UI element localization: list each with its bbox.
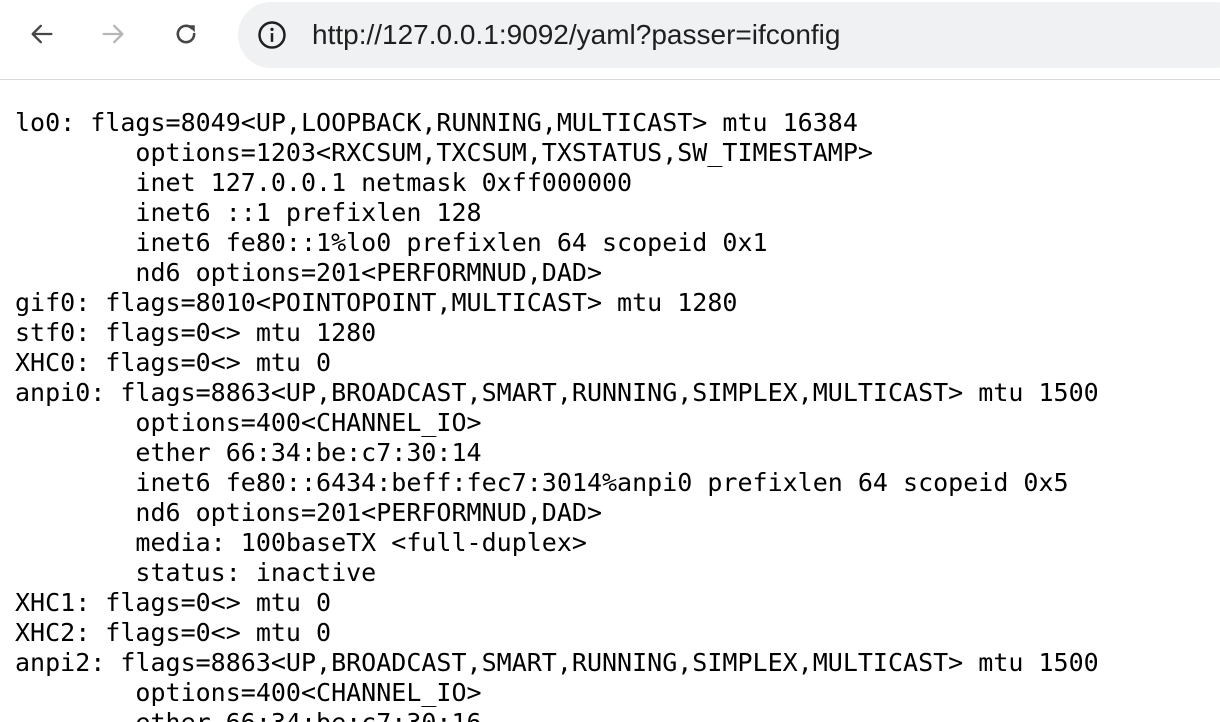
arrow-right-icon xyxy=(102,24,124,44)
info-icon xyxy=(258,21,286,49)
output-line: anpi2: flags=8863<UP,BROADCAST,SMART,RUN… xyxy=(15,648,1099,677)
back-button[interactable] xyxy=(22,14,62,54)
output-line: nd6 options=201<PERFORMNUD,DAD> xyxy=(15,258,602,287)
output-line: anpi0: flags=8863<UP,BROADCAST,SMART,RUN… xyxy=(15,378,1099,407)
reload-icon xyxy=(176,24,196,44)
ifconfig-output: lo0: flags=8049<UP,LOOPBACK,RUNNING,MULT… xyxy=(15,108,1099,722)
output-line: options=400<CHANNEL_IO> xyxy=(15,678,482,707)
output-line: options=400<CHANNEL_IO> xyxy=(15,408,482,437)
output-line: nd6 options=201<PERFORMNUD,DAD> xyxy=(15,498,602,527)
page-content: lo0: flags=8049<UP,LOOPBACK,RUNNING,MULT… xyxy=(0,81,1220,722)
output-line: XHC2: flags=0<> mtu 0 xyxy=(15,618,332,647)
output-line: ether 66:34:be:c7:30:14 xyxy=(15,438,482,467)
browser-toolbar: http://127.0.0.1:9092/yaml?passer=ifconf… xyxy=(0,0,1220,80)
output-line: options=1203<RXCSUM,TXCSUM,TXSTATUS,SW_T… xyxy=(15,138,873,167)
output-line: inet 127.0.0.1 netmask 0xff000000 xyxy=(15,168,633,197)
output-line: lo0: flags=8049<UP,LOOPBACK,RUNNING,MULT… xyxy=(15,108,858,137)
output-line: stf0: flags=0<> mtu 1280 xyxy=(15,318,377,347)
output-line: inet6 fe80::6434:beff:fec7:3014%anpi0 pr… xyxy=(15,468,1069,497)
reload-button[interactable] xyxy=(166,14,206,54)
output-line: status: inactive xyxy=(15,558,377,587)
url-text[interactable]: http://127.0.0.1:9092/yaml?passer=ifconf… xyxy=(312,18,840,52)
output-line: ether 66:34:be:c7:30:16 xyxy=(15,708,1099,722)
output-line: inet6 ::1 prefixlen 128 xyxy=(15,198,482,227)
output-line: inet6 fe80::1%lo0 prefixlen 64 scopeid 0… xyxy=(15,228,768,257)
site-info-button[interactable] xyxy=(254,17,290,53)
forward-button[interactable] xyxy=(93,14,133,54)
output-line: gif0: flags=8010<POINTOPOINT,MULTICAST> … xyxy=(15,288,738,317)
output-line: XHC0: flags=0<> mtu 0 xyxy=(15,348,332,377)
output-line: media: 100baseTX <full-duplex> xyxy=(15,528,587,557)
output-line: XHC1: flags=0<> mtu 0 xyxy=(15,588,332,617)
arrow-left-icon xyxy=(31,24,53,44)
address-bar[interactable]: http://127.0.0.1:9092/yaml?passer=ifconf… xyxy=(238,2,1220,68)
